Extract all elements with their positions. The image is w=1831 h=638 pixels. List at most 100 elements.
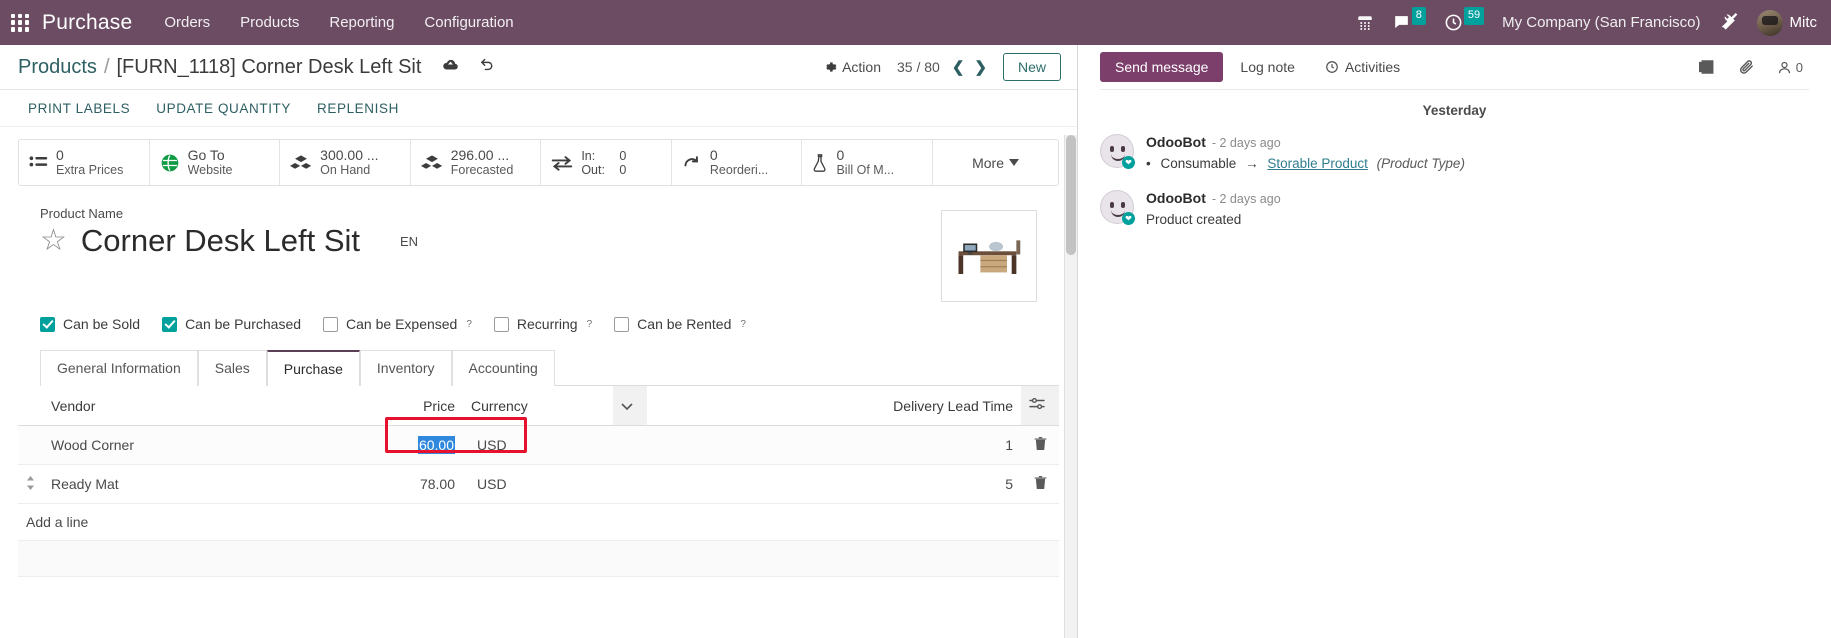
column-price[interactable]: Price [403, 386, 463, 426]
checkbox-box[interactable] [40, 316, 55, 332]
column-vendor[interactable]: Vendor [43, 386, 403, 426]
cell-delivery-lead-time[interactable]: 1 [647, 425, 1021, 465]
help-icon[interactable]: ? [740, 319, 746, 330]
smart-button-in-out[interactable]: In: 0 Out: 0 [541, 140, 672, 185]
phone-icon[interactable] [1356, 14, 1374, 32]
table-row[interactable]: Wood Corner 60.00 USD 1 [18, 417, 1059, 465]
drag-handle-icon[interactable] [18, 464, 43, 504]
log-note-button[interactable]: Log note [1227, 52, 1308, 82]
vendor-table: Vendor Price Currency Delivery Lead Time [18, 386, 1059, 577]
out-label: Out: [581, 162, 605, 177]
optional-columns-toggle[interactable] [613, 386, 647, 426]
add-a-line-link[interactable]: Add a line [18, 503, 1059, 541]
trash-icon[interactable] [1034, 476, 1047, 493]
table-row[interactable]: Ready Mat 78.00 USD 5 [18, 464, 1059, 504]
cell-delivery-lead-time[interactable]: 5 [647, 464, 1021, 504]
cell-currency[interactable]: USD [463, 464, 613, 504]
currency-value: USD [477, 437, 507, 453]
new-record-button[interactable]: New [1002, 53, 1061, 81]
smart-button-bill-of-materials[interactable]: 0 Bill Of M... [802, 140, 934, 185]
message-author[interactable]: OdooBot [1146, 190, 1206, 206]
drag-handle-icon[interactable] [18, 425, 43, 465]
tab-accounting[interactable]: Accounting [451, 350, 555, 386]
smart-button-on-hand[interactable]: 300.00 ... On Hand [280, 140, 411, 185]
company-switcher[interactable]: My Company (San Francisco) [1502, 14, 1700, 31]
checkbox-can-be-rented[interactable]: Can be Rented ? [614, 316, 746, 332]
menu-item-configuration[interactable]: Configuration [424, 14, 513, 31]
smart-button-website[interactable]: Go To Website [150, 140, 281, 185]
cell-price[interactable]: 78.00 [403, 464, 463, 504]
chevron-right-icon[interactable]: ❯ [974, 58, 987, 76]
table-header-row: Vendor Price Currency Delivery Lead Time [18, 386, 1059, 426]
smart-buttons-more[interactable]: More [933, 140, 1058, 185]
column-currency[interactable]: Currency [463, 386, 613, 426]
breadcrumb-products[interactable]: Products [18, 56, 97, 79]
flask-icon [812, 153, 828, 172]
cell-vendor[interactable]: Wood Corner [43, 425, 403, 465]
tab-general-information[interactable]: General Information [40, 350, 198, 386]
menu-item-orders[interactable]: Orders [164, 14, 210, 31]
update-quantity-button[interactable]: UPDATE QUANTITY [156, 101, 291, 116]
new-value[interactable]: Storable Product [1267, 156, 1368, 171]
product-image[interactable] [941, 210, 1037, 302]
clock-plus-icon [1326, 61, 1338, 73]
add-line-row[interactable]: Add a line [18, 503, 1059, 541]
tab-inventory[interactable]: Inventory [359, 350, 452, 386]
product-form-pane: Products / [FURN_1118] Corner Desk Left … [0, 45, 1078, 638]
column-delivery-lead-time[interactable]: Delivery Lead Time [647, 386, 1021, 426]
chevron-left-icon[interactable]: ❮ [952, 58, 965, 76]
scrollbar-thumb[interactable] [1066, 135, 1076, 255]
help-icon[interactable]: ? [587, 319, 593, 330]
cloud-upload-icon[interactable] [442, 56, 459, 73]
checkbox-recurring[interactable]: Recurring ? [493, 316, 593, 332]
user-menu[interactable]: Mitc [1756, 9, 1817, 36]
menu-item-reporting[interactable]: Reporting [329, 14, 394, 31]
checkbox-box[interactable] [493, 316, 509, 332]
paperclip-icon[interactable] [1738, 59, 1755, 76]
app-brand-purchase[interactable]: Purchase [42, 11, 132, 35]
cell-vendor[interactable]: Ready Mat [43, 464, 403, 504]
star-outline-icon[interactable]: ☆ [40, 226, 67, 256]
checkbox-can-be-purchased[interactable]: Can be Purchased [162, 316, 301, 332]
send-message-button[interactable]: Send message [1100, 52, 1224, 82]
action-menu-button[interactable]: Action [823, 59, 881, 75]
list-settings-button[interactable] [1021, 386, 1059, 426]
followers-count[interactable]: 0 [1777, 60, 1803, 75]
message-author[interactable]: OdooBot [1146, 134, 1206, 150]
tracked-field: (Product Type) [1376, 156, 1465, 171]
wrench-screwdriver-icon[interactable] [1719, 12, 1739, 33]
user-avatar [1756, 9, 1783, 36]
price-input-value[interactable]: 60.00 [417, 436, 455, 454]
checkbox-box[interactable] [323, 316, 339, 332]
record-pager: 35 / 80 ❮ ❯ [897, 58, 987, 76]
checkbox-can-be-sold[interactable]: Can be Sold [40, 316, 140, 332]
cell-currency[interactable]: USD [463, 425, 613, 465]
tab-purchase[interactable]: Purchase [266, 350, 360, 386]
odoobot-avatar[interactable]: ❤ [1100, 134, 1135, 169]
notebook-icon[interactable] [1698, 59, 1716, 75]
odoobot-avatar[interactable]: ❤ [1100, 190, 1135, 226]
chatter-tools: 0 [1698, 59, 1809, 76]
cell-price[interactable]: 60.00 [385, 417, 527, 465]
product-flags: Can be Sold Can be Purchased Can be Expe… [18, 302, 1059, 332]
print-labels-button[interactable]: PRINT LABELS [28, 101, 130, 116]
tab-sales[interactable]: Sales [197, 350, 267, 386]
checkbox-can-be-expensed[interactable]: Can be Expensed ? [323, 316, 472, 332]
apps-grid-icon[interactable] [8, 11, 32, 35]
vertical-scrollbar[interactable] [1064, 135, 1077, 638]
help-icon[interactable]: ? [466, 319, 472, 330]
menu-item-products[interactable]: Products [240, 14, 299, 31]
smart-button-forecasted[interactable]: 296.00 ... Forecasted [411, 140, 542, 185]
smart-button-extra-prices[interactable]: 0 Extra Prices [19, 140, 150, 185]
trash-icon[interactable] [1034, 437, 1047, 454]
checkbox-box[interactable] [614, 316, 630, 332]
checkbox-box[interactable] [162, 316, 178, 332]
activities-counter[interactable]: 59 [1444, 6, 1485, 32]
activities-button[interactable]: Activities [1312, 52, 1413, 82]
replenish-button[interactable]: REPLENISH [317, 101, 399, 116]
page-title: Corner Desk Left Sit [80, 223, 361, 258]
messages-counter[interactable]: 8 [1392, 6, 1426, 32]
undo-icon[interactable] [479, 56, 496, 73]
smart-button-reordering[interactable]: 0 Reorderi... [672, 140, 803, 185]
language-selector[interactable]: EN [400, 234, 418, 249]
